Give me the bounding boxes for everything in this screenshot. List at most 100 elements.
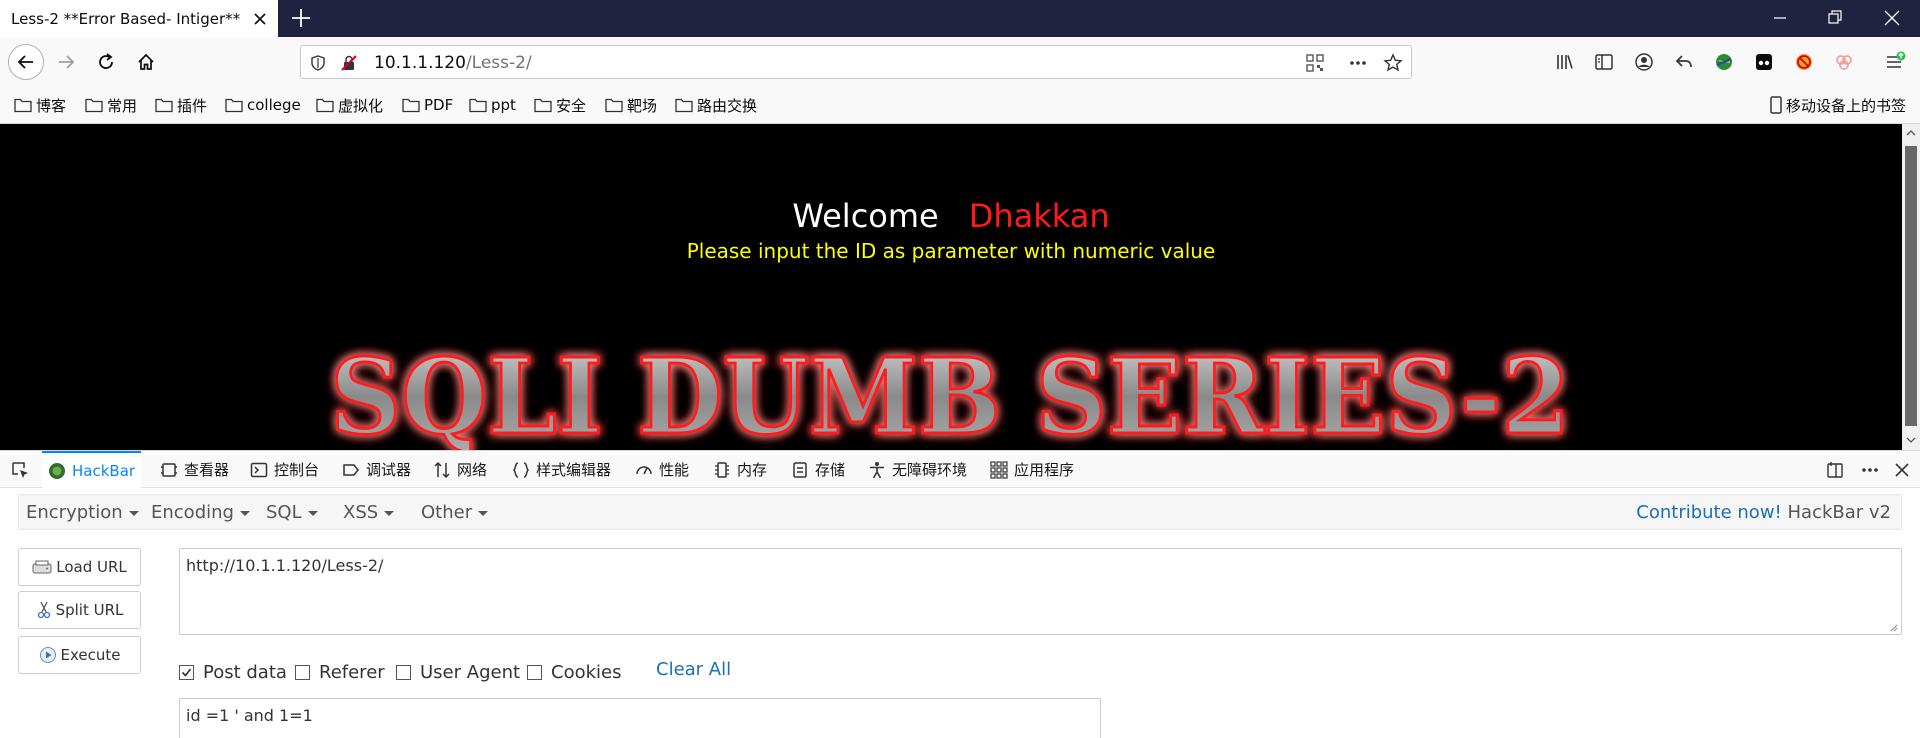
page-scrollbar[interactable] <box>1902 124 1920 450</box>
welcome-word: Welcome <box>792 197 939 235</box>
bookmark-label: college <box>247 96 301 114</box>
menu-encoding[interactable]: Encoding <box>151 502 250 523</box>
bookmark-label: 常用 <box>107 96 138 115</box>
tab-hackbar[interactable]: HackBar <box>42 451 142 488</box>
scroll-thumb[interactable] <box>1905 146 1917 426</box>
sidebar-icon[interactable] <box>1593 51 1615 73</box>
url-text: 10.1.1.120/Less-2/ <box>374 53 532 73</box>
url-bar[interactable]: 10.1.1.120/Less-2/ <box>300 45 1412 79</box>
tab-strip: Less-2 **Error Based- Intiger** <box>0 0 1920 37</box>
post-data-input[interactable]: id =1 ' and 1=1 <box>179 698 1101 738</box>
insecure-lock-icon[interactable] <box>338 52 360 74</box>
undo-icon[interactable] <box>1673 51 1695 73</box>
network-icon <box>434 461 450 478</box>
folder-icon <box>225 98 243 113</box>
menu-label: Encoding <box>151 502 234 523</box>
clear-all-link[interactable]: Clear All <box>656 659 731 680</box>
bookmark-folder[interactable]: 插件 <box>155 94 207 116</box>
checkbox-icon[interactable] <box>396 664 411 680</box>
bookmark-folder[interactable]: 路由交换 <box>675 94 757 116</box>
bookmark-label: PDF <box>424 96 454 114</box>
url-input[interactable]: http://10.1.1.120/Less-2/ <box>179 548 1902 635</box>
devtools-more-icon[interactable] <box>1860 451 1886 488</box>
qr-code-icon[interactable] <box>1304 52 1326 74</box>
restore-icon[interactable] <box>1823 6 1847 30</box>
tab-inspector[interactable]: 查看器 <box>160 451 229 488</box>
referer-checkbox[interactable]: Referer <box>295 658 385 686</box>
caret-down-icon <box>478 510 489 516</box>
sqli-dumb-series-banner: SQLI DUMB SERIES-2 <box>329 339 1572 450</box>
menu-encryption[interactable]: Encryption <box>26 502 139 523</box>
extension-globe-icon[interactable] <box>1713 51 1735 73</box>
tab-close-icon[interactable] <box>249 8 271 30</box>
bookmark-star-icon[interactable] <box>1382 52 1404 74</box>
tab-console[interactable]: 控制台 <box>250 451 319 488</box>
tab-style-editor[interactable]: 样式编辑器 <box>512 451 611 488</box>
reload-button[interactable] <box>88 44 124 80</box>
menu-other[interactable]: Other <box>421 502 489 523</box>
contribute-area: Contribute now! HackBar v2 <box>1636 502 1891 523</box>
user-agent-checkbox[interactable]: User Agent <box>396 658 520 686</box>
bookmark-folder[interactable]: PDF <box>402 94 453 116</box>
shield-icon[interactable] <box>307 52 329 74</box>
url-path: /Less-2/ <box>465 53 532 73</box>
play-icon <box>39 647 56 663</box>
extension-dark-icon[interactable] <box>1753 51 1775 73</box>
home-button[interactable] <box>128 44 164 80</box>
checkbox-checked-icon[interactable] <box>179 664 194 680</box>
contribute-link[interactable]: Contribute now! <box>1636 502 1782 523</box>
tab-debugger[interactable]: 调试器 <box>342 451 411 488</box>
tab-network[interactable]: 网络 <box>433 451 487 488</box>
split-url-button[interactable]: Split URL <box>18 591 141 629</box>
tab-storage[interactable]: 存储 <box>791 451 845 488</box>
resize-grip-icon[interactable] <box>1888 622 1898 632</box>
minimize-icon[interactable] <box>1768 6 1792 30</box>
bookmark-folder[interactable]: 安全 <box>534 94 586 116</box>
execute-button[interactable]: Execute <box>18 636 141 674</box>
post-data-checkbox[interactable]: Post data <box>179 658 287 686</box>
tab-performance[interactable]: 性能 <box>635 451 689 488</box>
checkbox-icon[interactable] <box>527 664 542 680</box>
checkbox-label: Post data <box>203 661 287 683</box>
caret-down-icon <box>239 510 250 516</box>
bookmark-label: 靶场 <box>627 96 658 115</box>
console-icon <box>250 462 268 477</box>
bookmark-folder[interactable]: ppt <box>469 94 516 116</box>
tab-application[interactable]: 应用程序 <box>990 451 1074 488</box>
performance-icon <box>636 465 652 474</box>
load-url-button[interactable]: Load URL <box>18 548 141 586</box>
scroll-up-icon[interactable] <box>1906 129 1916 137</box>
menu-xss[interactable]: XSS <box>343 502 395 523</box>
bookmarks-bar: 博客 常用 插件 college 虚拟化 PDF ppt 安全 靶场 路由交换 … <box>0 87 1920 124</box>
tab-memory[interactable]: 内存 <box>713 451 767 488</box>
bookmark-folder[interactable]: 博客 <box>14 94 66 116</box>
browser-tab[interactable]: Less-2 **Error Based- Intiger** <box>0 0 278 37</box>
mobile-bookmarks[interactable]: 移动设备上的书签 <box>1769 94 1906 116</box>
extension-links-icon[interactable] <box>1833 51 1855 73</box>
account-icon[interactable] <box>1633 51 1655 73</box>
checkbox-icon[interactable] <box>295 664 310 680</box>
tab-accessibility[interactable]: 无障碍环境 <box>868 451 967 488</box>
menu-sql[interactable]: SQL <box>266 502 318 523</box>
bookmark-folder[interactable]: college <box>225 94 301 116</box>
devtools-close-icon[interactable] <box>1894 451 1916 488</box>
folder-icon <box>85 98 103 113</box>
forward-button[interactable] <box>48 44 84 80</box>
menu-icon[interactable] <box>1884 51 1906 73</box>
bookmark-folder[interactable]: 靶场 <box>605 94 657 116</box>
bookmark-label: 虚拟化 <box>338 96 384 115</box>
extension-blocker-icon[interactable] <box>1793 51 1815 73</box>
new-tab-icon[interactable] <box>289 6 313 30</box>
element-picker-icon[interactable] <box>10 451 36 488</box>
inspector-icon <box>161 462 177 477</box>
back-button[interactable] <box>8 44 44 80</box>
library-icon[interactable] <box>1554 51 1576 73</box>
cookies-checkbox[interactable]: Cookies <box>527 658 621 686</box>
window-close-icon[interactable] <box>1880 6 1904 30</box>
bookmark-folder[interactable]: 虚拟化 <box>316 94 383 116</box>
folder-icon <box>155 98 173 113</box>
page-actions-icon[interactable] <box>1347 52 1369 74</box>
dock-side-icon[interactable] <box>1826 451 1850 488</box>
bookmark-folder[interactable]: 常用 <box>85 94 137 116</box>
scroll-down-icon[interactable] <box>1906 436 1916 444</box>
